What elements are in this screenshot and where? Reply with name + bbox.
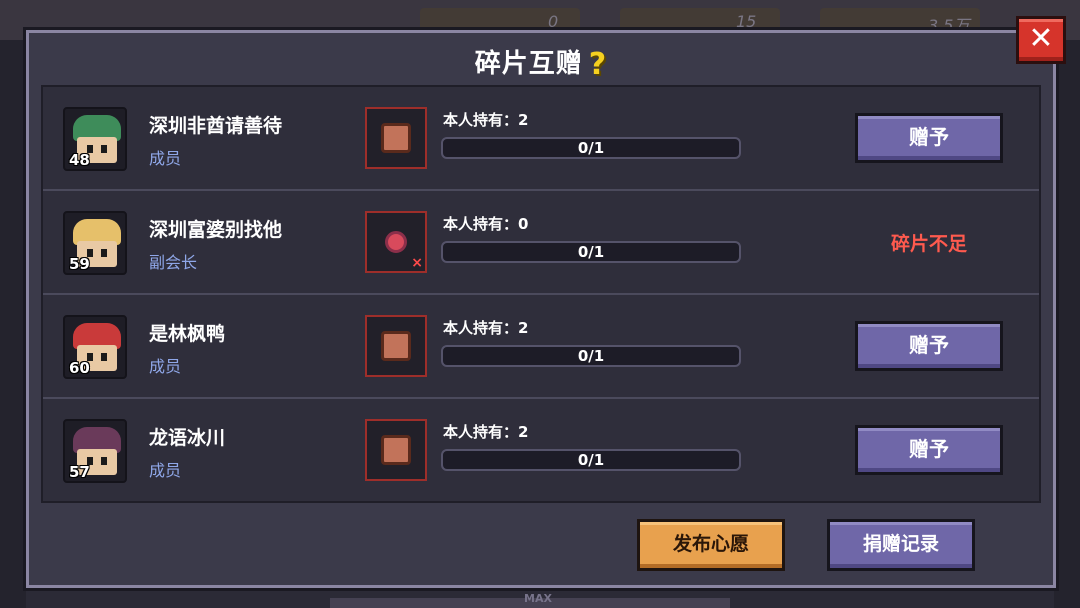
member-avatar: 48 [63, 107, 127, 171]
resource-value: 0 [548, 12, 559, 31]
progress-text: 0/1 [577, 139, 605, 157]
member-row: 59 深圳富婆别找他 副会长 × 本人持有：0 0/1 碎片不足 [43, 191, 1039, 295]
member-name: 深圳富婆别找他 [149, 219, 283, 241]
owned-count: 本人持有：2 [443, 319, 529, 337]
avatar-eye [101, 457, 107, 465]
dialog-title-text: 碎片互赠 [474, 49, 583, 79]
avatar-eye [101, 249, 107, 257]
member-level: 48 [69, 151, 90, 169]
member-role: 成员 [149, 149, 182, 168]
member-name: 龙语冰川 [149, 427, 226, 449]
avatar-eye [101, 145, 107, 153]
left-side-panel [0, 40, 26, 608]
fragment-slot [365, 419, 427, 481]
backpack-fragment-icon [381, 123, 411, 153]
fragment-slot [365, 315, 427, 377]
right-side-panel [1054, 40, 1080, 608]
member-level: 59 [69, 255, 90, 273]
backpack-fragment-icon [381, 331, 411, 361]
progress-text: 0/1 [577, 243, 605, 261]
member-name: 是林枫鸭 [149, 323, 226, 345]
member-role: 成员 [149, 357, 182, 376]
give-button[interactable]: 赠予 [855, 321, 1003, 371]
member-level: 57 [69, 463, 90, 481]
fragment-slot [365, 107, 427, 169]
member-row: 57 龙语冰川 成员 本人持有：2 0/1 赠予 [43, 399, 1039, 501]
member-avatar: 60 [63, 315, 127, 379]
close-icon[interactable]: ✕ [1016, 16, 1066, 64]
publish-wish-button[interactable]: 发布心愿 [637, 519, 785, 571]
owned-count: 本人持有：2 [443, 111, 529, 129]
progress-text: 0/1 [577, 451, 605, 469]
fragment-gift-dialog: 碎片互赠? 48 深圳非酋请善待 成员 本人持有：2 0/1 赠予 59 深圳富… [26, 30, 1056, 588]
donation-record-button[interactable]: 捐赠记录 [827, 519, 975, 571]
progress-text: 0/1 [577, 347, 605, 365]
question-mark-icon[interactable]: ? [589, 47, 607, 82]
fragment-slot: × [365, 211, 427, 273]
member-name: 深圳非酋请善待 [149, 115, 283, 137]
member-role: 成员 [149, 461, 182, 480]
insufficient-fragments-label: 碎片不足 [890, 233, 967, 255]
fragment-progress-bar: 0/1 [441, 137, 741, 159]
avatar-eye [101, 353, 107, 361]
give-button[interactable]: 赠予 [855, 113, 1003, 163]
member-row: 48 深圳非酋请善待 成员 本人持有：2 0/1 赠予 [43, 87, 1039, 191]
member-avatar: 57 [63, 419, 127, 483]
owned-count: 本人持有：0 [443, 215, 529, 233]
fragment-progress-bar: 0/1 [441, 449, 741, 471]
red-fragment-icon [385, 231, 407, 253]
missing-x-icon: × [411, 255, 423, 271]
fragment-progress-bar: 0/1 [441, 345, 741, 367]
member-avatar: 59 [63, 211, 127, 275]
member-role: 副会长 [149, 253, 198, 272]
give-button[interactable]: 赠予 [855, 425, 1003, 475]
backpack-fragment-icon [381, 435, 411, 465]
member-level: 60 [69, 359, 90, 377]
member-list[interactable]: 48 深圳非酋请善待 成员 本人持有：2 0/1 赠予 59 深圳富婆别找他 副… [41, 85, 1041, 503]
owned-count: 本人持有：2 [443, 423, 529, 441]
dialog-title: 碎片互赠? [29, 43, 1053, 82]
member-row: 60 是林枫鸭 成员 本人持有：2 0/1 赠予 [43, 295, 1039, 399]
fragment-progress-bar: 0/1 [441, 241, 741, 263]
resource-value: 15 [736, 12, 757, 31]
max-label: MAX [524, 592, 552, 605]
